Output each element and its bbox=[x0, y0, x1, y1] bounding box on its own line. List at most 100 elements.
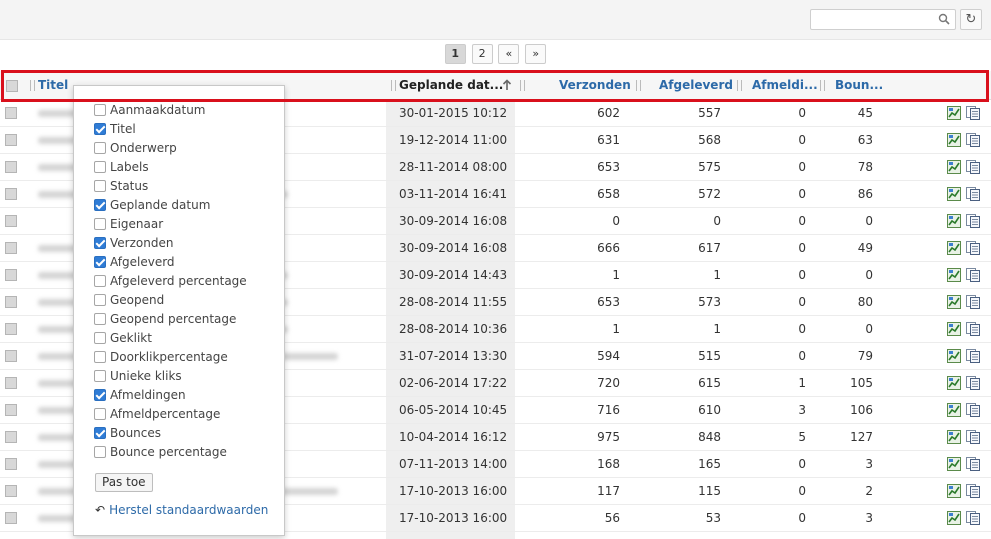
reset-defaults-label: Herstel standaardwaarden bbox=[109, 503, 269, 517]
select-all-checkbox[interactable] bbox=[6, 80, 18, 92]
column-option-checkbox[interactable] bbox=[94, 142, 106, 154]
column-option-checkbox[interactable] bbox=[94, 313, 106, 325]
row-checkbox[interactable] bbox=[5, 161, 17, 173]
column-option-checkbox[interactable] bbox=[94, 218, 106, 230]
stats-chart-icon[interactable] bbox=[947, 133, 961, 147]
column-resize-handle[interactable] bbox=[636, 80, 641, 91]
copy-document-icon[interactable] bbox=[966, 187, 980, 201]
copy-document-icon[interactable] bbox=[966, 322, 980, 336]
column-header-title[interactable]: Titel bbox=[38, 71, 68, 100]
copy-document-icon[interactable] bbox=[966, 106, 980, 120]
column-option-checkbox[interactable] bbox=[94, 199, 106, 211]
column-option-checkbox[interactable] bbox=[94, 370, 106, 382]
column-option-label: Geplande datum bbox=[110, 198, 211, 212]
search-field[interactable] bbox=[810, 9, 956, 30]
copy-document-icon[interactable] bbox=[966, 484, 980, 498]
column-option-label: Status bbox=[110, 179, 149, 193]
page-button-1[interactable]: 1 bbox=[444, 44, 466, 64]
column-resize-handle[interactable] bbox=[391, 80, 396, 91]
row-checkbox[interactable] bbox=[5, 431, 17, 443]
stats-chart-icon[interactable] bbox=[947, 214, 961, 228]
row-checkbox[interactable] bbox=[5, 350, 17, 362]
column-option-checkbox[interactable] bbox=[94, 351, 106, 363]
column-header-delivered[interactable]: Afgeleverd bbox=[659, 71, 733, 100]
row-checkbox[interactable] bbox=[5, 323, 17, 335]
column-option-checkbox[interactable] bbox=[94, 275, 106, 287]
copy-document-icon[interactable] bbox=[966, 241, 980, 255]
row-checkbox[interactable] bbox=[5, 377, 17, 389]
column-option-checkbox[interactable] bbox=[94, 237, 106, 249]
copy-document-icon[interactable] bbox=[966, 160, 980, 174]
stats-chart-icon[interactable] bbox=[947, 376, 961, 390]
cell-sent: 594 bbox=[597, 349, 620, 363]
copy-document-icon[interactable] bbox=[966, 349, 980, 363]
stats-chart-icon[interactable] bbox=[947, 241, 961, 255]
search-icon[interactable] bbox=[938, 13, 950, 25]
row-checkbox[interactable] bbox=[5, 269, 17, 281]
stats-chart-icon[interactable] bbox=[947, 349, 961, 363]
column-option-checkbox[interactable] bbox=[94, 161, 106, 173]
column-option-checkbox[interactable] bbox=[94, 427, 106, 439]
stats-chart-icon[interactable] bbox=[947, 322, 961, 336]
column-option-checkbox[interactable] bbox=[94, 389, 106, 401]
column-resize-handle[interactable] bbox=[820, 80, 825, 91]
stats-chart-icon[interactable] bbox=[947, 484, 961, 498]
column-resize-handle[interactable] bbox=[30, 80, 35, 91]
stats-chart-icon[interactable] bbox=[947, 295, 961, 309]
copy-document-icon[interactable] bbox=[966, 295, 980, 309]
column-resize-handle[interactable] bbox=[520, 80, 525, 91]
row-checkbox[interactable] bbox=[5, 296, 17, 308]
stats-chart-icon[interactable] bbox=[947, 511, 961, 525]
apply-button[interactable]: Pas toe bbox=[95, 473, 153, 492]
page-button-2[interactable]: 2 bbox=[471, 44, 493, 64]
row-checkbox[interactable] bbox=[5, 404, 17, 416]
copy-document-icon[interactable] bbox=[966, 214, 980, 228]
copy-document-icon[interactable] bbox=[966, 430, 980, 444]
row-checkbox[interactable] bbox=[5, 242, 17, 254]
stats-chart-icon[interactable] bbox=[947, 268, 961, 282]
cell-delivered: 165 bbox=[698, 457, 721, 471]
copy-document-icon[interactable] bbox=[966, 457, 980, 471]
stats-chart-icon[interactable] bbox=[947, 430, 961, 444]
cell-scheduled-date: 17-10-2013 16:00 bbox=[399, 484, 508, 498]
column-option-checkbox[interactable] bbox=[94, 294, 106, 306]
column-option-checkbox[interactable] bbox=[94, 408, 106, 420]
copy-document-icon[interactable] bbox=[966, 511, 980, 525]
cell-sent: 56 bbox=[604, 511, 620, 525]
column-option-checkbox[interactable] bbox=[94, 256, 106, 268]
column-header-sent[interactable]: Verzonden bbox=[559, 71, 631, 100]
next-page-button[interactable]: » bbox=[525, 44, 547, 64]
copy-document-icon[interactable] bbox=[966, 376, 980, 390]
previous-page-button[interactable]: « bbox=[498, 44, 520, 64]
cell-delivered: 115 bbox=[698, 484, 721, 498]
reset-defaults-link[interactable]: ↶ Herstel standaardwaarden bbox=[95, 502, 268, 518]
column-header-scheduled-date[interactable]: Geplande dat... bbox=[399, 71, 503, 100]
column-header-bounces[interactable]: Boun... bbox=[835, 71, 883, 100]
column-option-checkbox[interactable] bbox=[94, 123, 106, 135]
column-option-checkbox[interactable] bbox=[94, 446, 106, 458]
copy-document-icon[interactable] bbox=[966, 403, 980, 417]
copy-document-icon[interactable] bbox=[966, 268, 980, 282]
row-checkbox[interactable] bbox=[5, 458, 17, 470]
copy-document-icon[interactable] bbox=[966, 133, 980, 147]
stats-chart-icon[interactable] bbox=[947, 187, 961, 201]
stats-chart-icon[interactable] bbox=[947, 403, 961, 417]
row-checkbox[interactable] bbox=[5, 485, 17, 497]
column-option-checkbox[interactable] bbox=[94, 332, 106, 344]
cell-unsubscribed: 0 bbox=[798, 511, 806, 525]
stats-chart-icon[interactable] bbox=[947, 160, 961, 174]
column-option-checkbox[interactable] bbox=[94, 180, 106, 192]
row-checkbox[interactable] bbox=[5, 188, 17, 200]
column-option-label: Unieke kliks bbox=[110, 369, 182, 383]
row-checkbox[interactable] bbox=[5, 134, 17, 146]
column-header-unsubscribed[interactable]: Afmeldi... bbox=[752, 71, 818, 100]
row-checkbox[interactable] bbox=[5, 107, 17, 119]
row-checkbox[interactable] bbox=[5, 215, 17, 227]
search-input[interactable] bbox=[811, 10, 931, 29]
column-resize-handle[interactable] bbox=[737, 80, 742, 91]
stats-chart-icon[interactable] bbox=[947, 106, 961, 120]
refresh-button[interactable]: ↻ bbox=[960, 9, 982, 30]
stats-chart-icon[interactable] bbox=[947, 457, 961, 471]
row-checkbox[interactable] bbox=[5, 512, 17, 524]
column-option-checkbox[interactable] bbox=[94, 104, 106, 116]
